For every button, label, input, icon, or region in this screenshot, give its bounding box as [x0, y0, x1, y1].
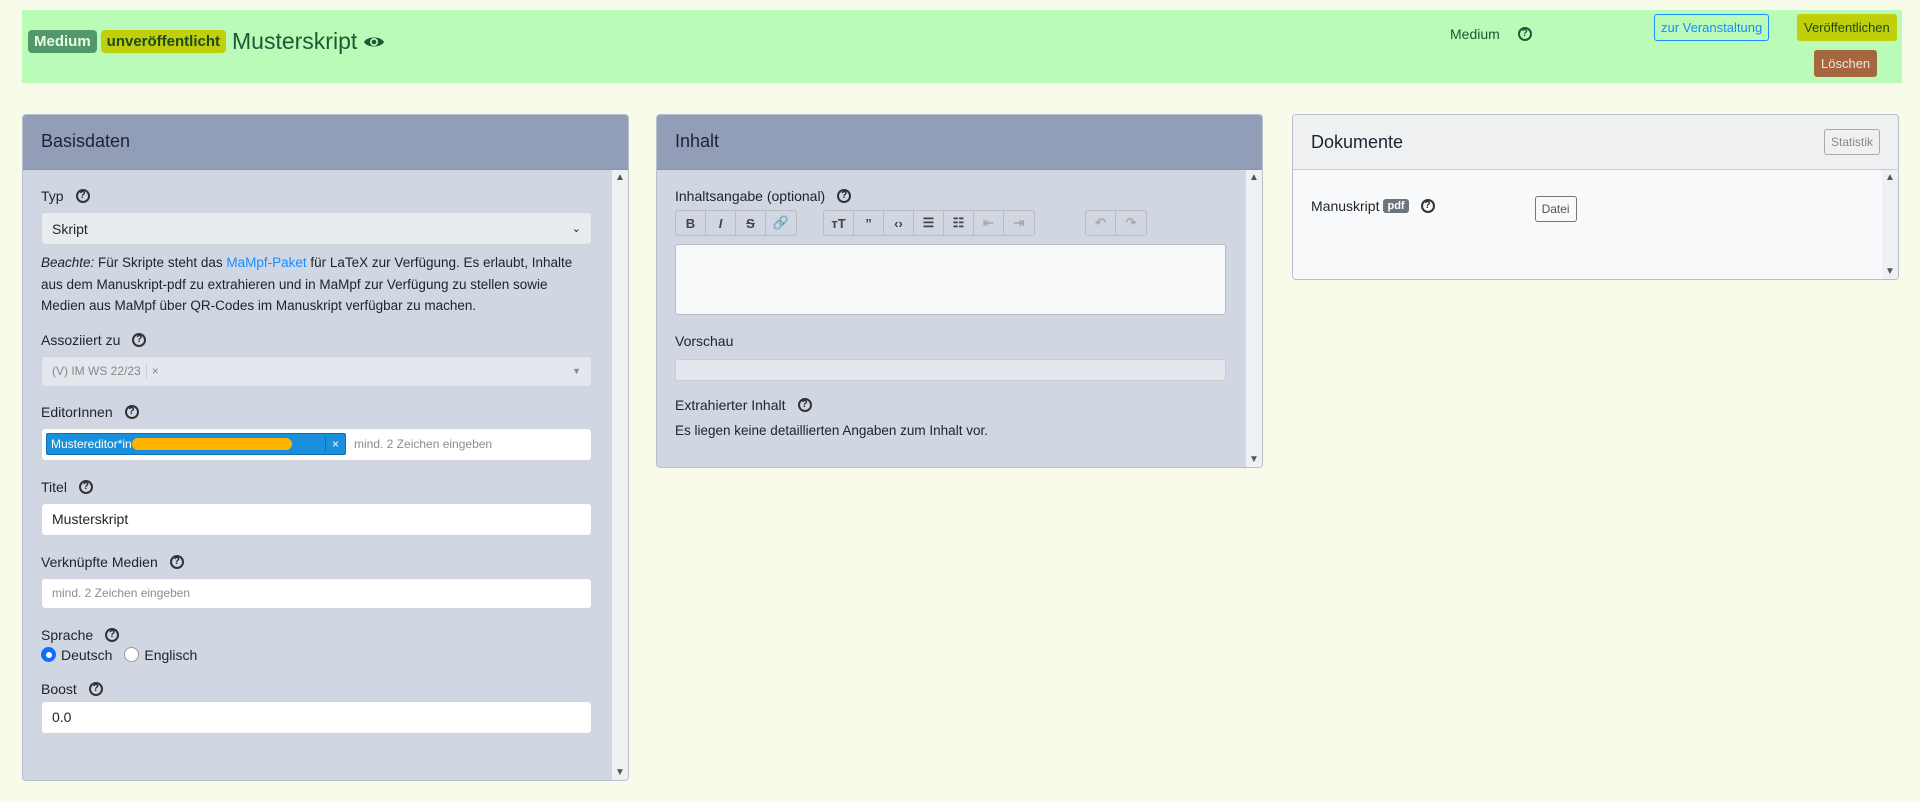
assoc-select[interactable]: (V) IM WS 22/23 × ▼ — [41, 355, 592, 387]
mampf-package-link[interactable]: MaMpf-Paket — [226, 255, 306, 270]
radio-englisch[interactable]: Englisch — [124, 647, 197, 663]
boost-input[interactable]: 0.0 — [41, 700, 592, 734]
radio-deutsch[interactable]: Deutsch — [41, 647, 112, 663]
eye-icon[interactable] — [363, 34, 385, 50]
heading-button[interactable]: тT — [824, 211, 854, 235]
quote-button[interactable]: ” — [854, 211, 884, 235]
delete-button[interactable]: Löschen — [1814, 50, 1878, 77]
help-icon[interactable]: ? — [1517, 27, 1532, 41]
preview-label: Vorschau — [675, 333, 734, 349]
linked-media-label: Verknüpfte Medien — [41, 553, 158, 570]
type-label: Medium — [1450, 26, 1500, 42]
help-icon[interactable]: ? — [132, 332, 147, 347]
outdent-button[interactable]: ⇤ — [974, 211, 1004, 235]
linked-media-input[interactable]: mind. 2 Zeichen eingeben — [41, 577, 592, 609]
italic-button[interactable]: I — [706, 211, 736, 235]
scripts-note: Beachte: Für Skripte steht das MaMpf-Pak… — [41, 255, 573, 313]
manuscript-label: Manuskript — [1311, 198, 1380, 214]
bullet-list-button[interactable]: ☰ — [914, 211, 944, 235]
scrollbar[interactable]: ▲ ▼ — [612, 170, 628, 780]
publish-button[interactable]: Veröffentlichen — [1797, 14, 1897, 41]
page-title: Musterskript — [232, 28, 358, 54]
link-icon[interactable]: 🔗 — [766, 211, 796, 235]
editor-toolbar: B I S 🔗 тT” ‹› ☰ ☷ ⇤ ⇥ ↶ ↷ — [675, 210, 1244, 236]
remove-editor-icon[interactable]: × — [324, 437, 345, 451]
numbered-list-button[interactable]: ☷ — [944, 211, 974, 235]
extracted-label: Extrahierter Inhalt — [675, 397, 786, 413]
undo-button[interactable]: ↶ — [1086, 211, 1116, 235]
statistics-button[interactable]: Statistik — [1823, 129, 1880, 155]
remove-icon[interactable]: × — [145, 364, 159, 378]
help-icon[interactable]: ? — [105, 627, 120, 642]
extracted-text: Es liegen keine detaillierten Angaben zu… — [675, 423, 988, 438]
type-badge: Medium — [28, 30, 97, 53]
assoc-value: (V) IM WS 22/23 — [52, 364, 141, 378]
summary-label: Inhaltsangabe (optional) — [675, 188, 826, 204]
bold-button[interactable]: B — [676, 211, 706, 235]
boost-label: Boost — [41, 680, 77, 697]
help-icon[interactable]: ? — [124, 404, 139, 419]
editors-label: EditorInnen — [41, 403, 113, 420]
basisdaten-card: Basisdaten ▲ ▼ Typ? Skript ⌄ Beachte: Für … — [22, 114, 629, 781]
media-header: Medium unveröffentlicht Musterskript Med… — [22, 10, 1902, 83]
typ-label: Typ — [41, 188, 64, 204]
help-icon[interactable]: ? — [837, 189, 852, 203]
code-button[interactable]: ‹› — [884, 211, 914, 235]
typ-select[interactable]: Skript ⌄ — [41, 212, 592, 245]
editors-placeholder: mind. 2 Zeichen eingeben — [354, 437, 493, 451]
help-icon[interactable]: ? — [75, 189, 90, 203]
caret-down-icon: ▼ — [572, 366, 581, 376]
language-label: Sprache — [41, 626, 94, 643]
summary-editor[interactable] — [675, 244, 1226, 315]
to-event-button[interactable]: zur Veranstaltung — [1654, 14, 1770, 41]
pdf-badge: pdf — [1383, 199, 1409, 213]
strike-button[interactable]: S — [736, 211, 766, 235]
assoc-label: Assoziiert zu — [41, 331, 121, 348]
help-icon[interactable]: ? — [78, 479, 93, 494]
scrollbar[interactable]: ▲ ▼ — [1882, 170, 1898, 279]
indent-button[interactable]: ⇥ — [1004, 211, 1034, 235]
card-title: Dokumente — [1311, 131, 1404, 152]
card-title: Basisdaten — [23, 115, 628, 170]
editor-tag: Mustereditor*in × — [46, 433, 346, 455]
file-button[interactable]: Datei — [1534, 196, 1577, 222]
dokumente-card: Dokumente Statistik ▲ ▼ Manuskript pdf ? D… — [1292, 114, 1899, 280]
preview-box — [675, 359, 1226, 381]
titel-label: Titel — [41, 478, 67, 495]
scrollbar[interactable]: ▲ ▼ — [1246, 170, 1262, 467]
help-icon[interactable]: ? — [169, 554, 184, 569]
typ-value: Skript — [52, 220, 88, 237]
redo-button[interactable]: ↷ — [1116, 211, 1146, 235]
status-badge: unveröffentlicht — [100, 30, 227, 53]
inhalt-card: Inhalt ▲ ▼ Inhaltsangabe (optional)? B I S 🔗… — [656, 114, 1263, 468]
help-icon[interactable]: ? — [88, 681, 103, 696]
help-icon[interactable]: ? — [797, 398, 812, 412]
help-icon[interactable]: ? — [1420, 199, 1435, 213]
editors-input[interactable]: Mustereditor*in × mind. 2 Zeichen eingebe… — [41, 427, 592, 461]
titel-input[interactable]: Musterskript — [41, 502, 592, 536]
chevron-down-icon: ⌄ — [571, 223, 581, 235]
card-title: Inhalt — [657, 115, 1262, 170]
